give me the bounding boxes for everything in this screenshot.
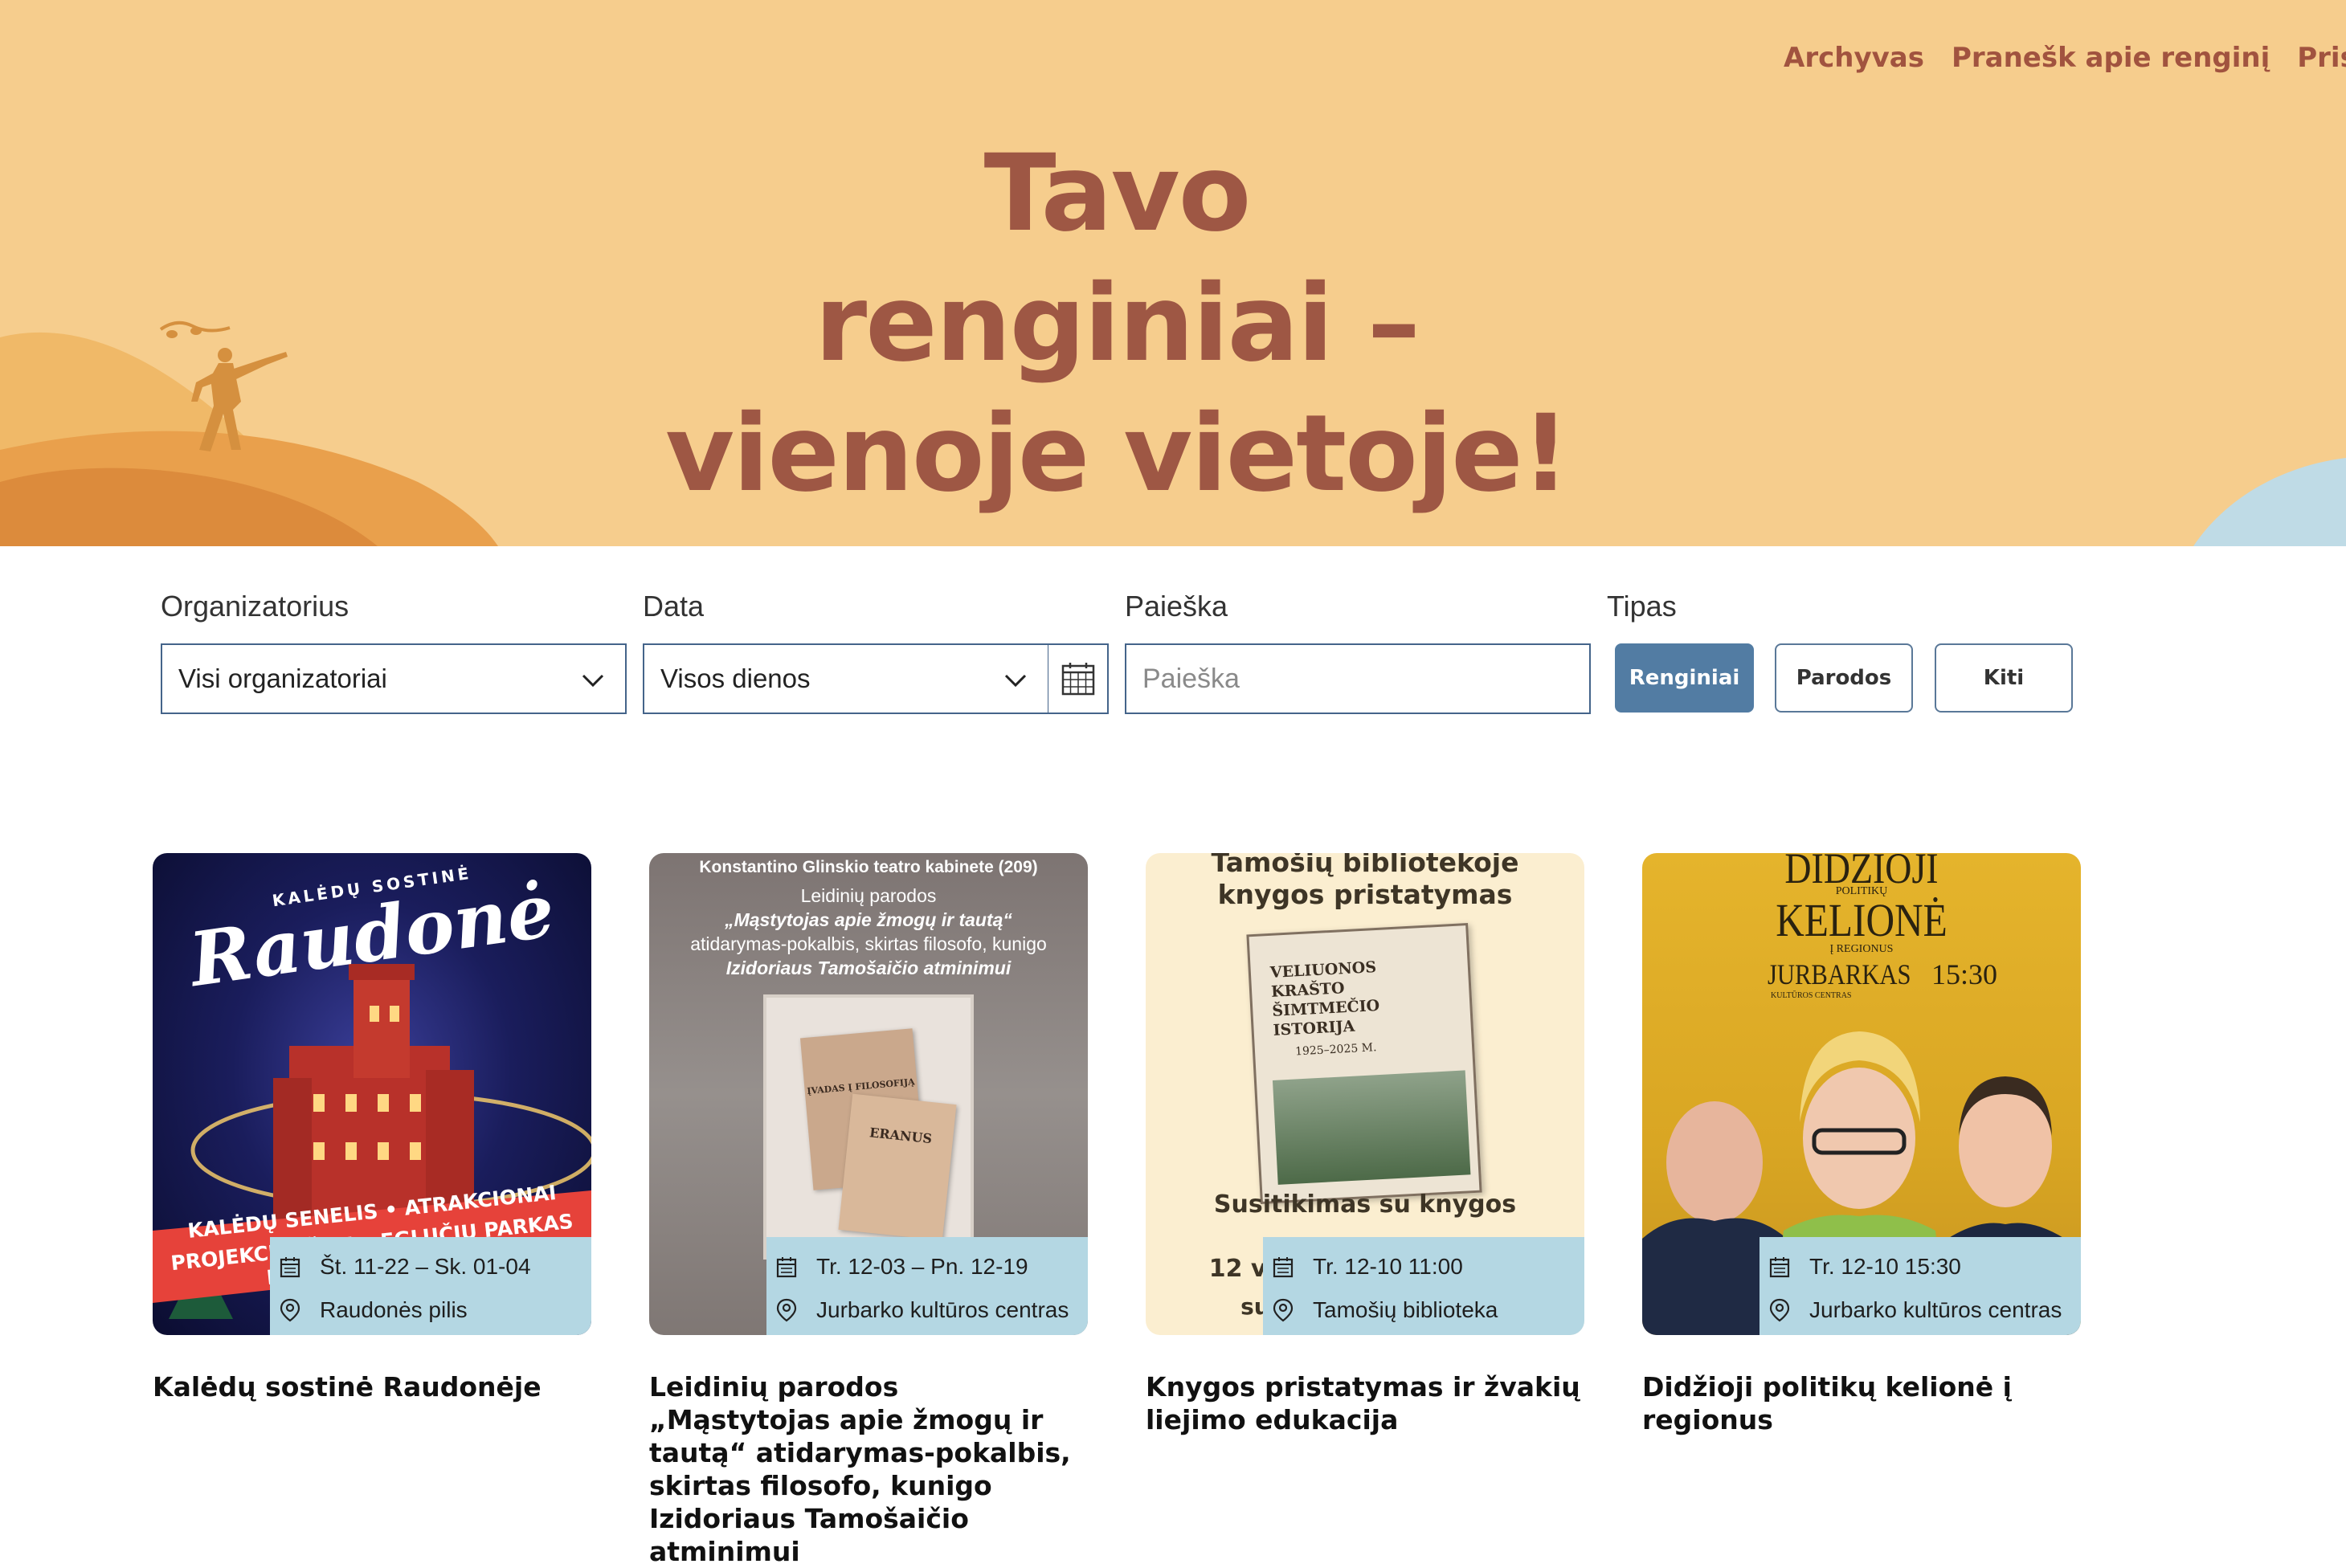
calendar-icon [1769, 1257, 1790, 1278]
event-poster[interactable]: DIDŽIOJI POLITIKŲ KELIONĖ Į REGIONUS JUR… [1642, 853, 2081, 1335]
poster-text-line: Leidinių parodos [800, 885, 937, 906]
event-poster[interactable]: KALĖDŲ SOSTINĖ Raudonė KALĖDŲ SENELIS • … [153, 853, 591, 1335]
location-pin-icon [280, 1298, 300, 1322]
nav-archive-link[interactable]: Archyvas [1784, 42, 1924, 74]
calendar-icon [280, 1257, 300, 1278]
hero-title: Tavo renginiai – vienoje vietoje! [0, 129, 2234, 519]
chevron-down-icon [582, 674, 604, 688]
event-title[interactable]: Knygos pristatymas ir žvakių liejimo edu… [1146, 1370, 1584, 1436]
hero-title-line: Tavo [983, 132, 1252, 255]
poster-text-line: „Mąstytojas apie žmogų ir tautą“ [725, 909, 1012, 930]
poster-text-line: atidarymas-pokalbis, skirtas filosofo, k… [690, 933, 1047, 954]
poster-text-line: Susitikimas su knygos [1213, 1190, 1517, 1219]
book-cover-text: 1925–2025 M. [1294, 1041, 1377, 1059]
type-other-button[interactable]: Kiti [1935, 643, 2073, 713]
nav-login-link[interactable]: Prisijungti [2297, 42, 2346, 74]
type-label: Tipas [1607, 590, 1677, 623]
event-poster[interactable]: Tamošių bibliotekoje knygos pristatymas … [1146, 853, 1584, 1335]
location-pin-icon [776, 1298, 797, 1322]
calendar-icon [1273, 1257, 1294, 1278]
poster-text-line: Izidoriaus Tamošaičio atminimui [725, 958, 1012, 978]
event-date: Tr. 12-03 – Pn. 12-19 [816, 1254, 1028, 1279]
event-info-box: Tr. 12-03 – Pn. 12-19 Jurbarko kultūros … [766, 1237, 1088, 1335]
book-cover-text: ERANUS [869, 1125, 933, 1147]
hero-banner: Archyvas Pranešk apie renginį Prisijungt… [0, 0, 2346, 546]
type-exhibitions-button[interactable]: Parodos [1775, 643, 1913, 713]
hero-title-line: renginiai – [815, 262, 1420, 386]
type-events-button[interactable]: Renginiai [1615, 643, 1754, 713]
chevron-down-icon [1004, 674, 1027, 688]
date-select[interactable]: Visos dienos [643, 643, 1049, 714]
location-pin-icon [1273, 1298, 1294, 1322]
hero-title-line: vienoje vietoje! [665, 392, 1570, 516]
event-date: Tr. 12-10 15:30 [1809, 1254, 1961, 1279]
calendar-icon [1061, 663, 1094, 696]
event-card[interactable]: DIDŽIOJI POLITIKŲ KELIONĖ Į REGIONUS JUR… [1642, 853, 2081, 1436]
poster-text-line: knygos pristatymas [1217, 879, 1513, 910]
poster-text-line: Konstantino Glinskio teatro kabinete (20… [699, 858, 1038, 876]
event-info-box: Tr. 12-10 15:30 Jurbarko kultūros centra… [1759, 1237, 2081, 1335]
search-label: Paieška [1125, 590, 1228, 623]
location-pin-icon [1769, 1298, 1790, 1322]
event-info-box: Št. 11-22 – Sk. 01-04 Raudonės pilis [270, 1237, 591, 1335]
event-card[interactable]: KALĖDŲ SOSTINĖ Raudonė KALĖDŲ SENELIS • … [153, 853, 591, 1403]
event-title[interactable]: Kalėdų sostinė Raudonėje [153, 1370, 591, 1403]
organizer-label: Organizatorius [161, 590, 349, 623]
book-cover-text: VELIUONOS KRAŠTO ŠIMTMEČIO ISTORIJA [1269, 958, 1380, 1039]
calendar-button[interactable] [1048, 643, 1109, 714]
poster-text-line: Tamošių bibliotekoje [1211, 853, 1519, 878]
event-poster[interactable]: Konstantino Glinskio teatro kabinete (20… [649, 853, 1088, 1335]
book-illustration: VELIUONOS KRAŠTO ŠIMTMEČIO ISTORIJA 1925… [1246, 923, 1482, 1204]
event-date: Št. 11-22 – Sk. 01-04 [320, 1254, 531, 1279]
date-select-value: Visos dienos [660, 664, 811, 693]
event-date: Tr. 12-10 11:00 [1313, 1254, 1463, 1279]
nav-report-event-link[interactable]: Pranešk apie renginį [1952, 42, 2270, 74]
event-card[interactable]: Tamošių bibliotekoje knygos pristatymas … [1146, 853, 1584, 1436]
search-input[interactable] [1125, 643, 1591, 714]
event-info-box: Tr. 12-10 11:00 Tamošių biblioteka [1263, 1237, 1584, 1335]
poster-frame: ĮVADAS Į FILOSOFIJĄ ERANUS [763, 994, 974, 1260]
event-title[interactable]: Leidinių parodos „Mąstytojas apie žmogų … [649, 1370, 1088, 1568]
organizer-select-value: Visi organizatoriai [178, 664, 387, 693]
date-label: Data [643, 590, 705, 623]
event-card[interactable]: Konstantino Glinskio teatro kabinete (20… [649, 853, 1088, 1568]
book-cover-text: ĮVADAS Į FILOSOFIJĄ [806, 1076, 916, 1096]
event-title[interactable]: Didžioji politikų kelionė į regionus [1642, 1370, 2081, 1436]
organizer-select[interactable]: Visi organizatoriai [161, 643, 627, 714]
event-location: Jurbarko kultūros centras [816, 1297, 1069, 1322]
event-location: Tamošių biblioteka [1313, 1297, 1498, 1322]
top-nav: Archyvas Pranešk apie renginį Prisijungt… [1784, 42, 2346, 74]
calendar-icon [776, 1257, 797, 1278]
event-location: Jurbarko kultūros centras [1809, 1297, 2062, 1322]
event-location: Raudonės pilis [320, 1297, 468, 1322]
